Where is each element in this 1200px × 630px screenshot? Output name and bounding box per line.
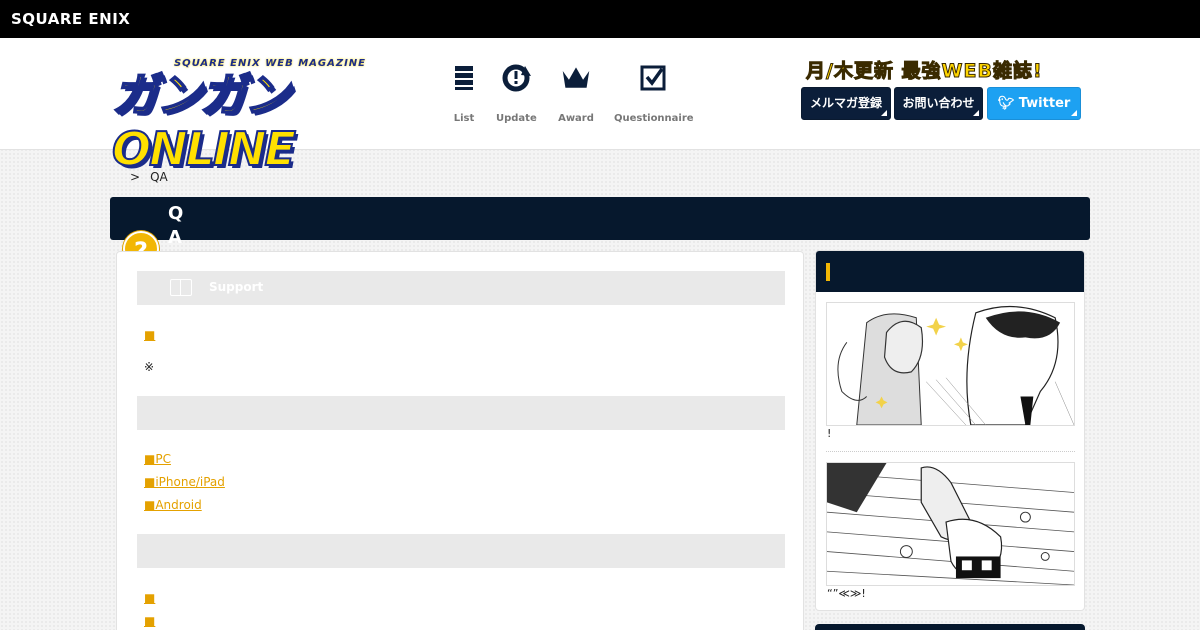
- manga-thumbnail[interactable]: [826, 302, 1075, 426]
- nav-questionnaire-label: Questionnaire: [614, 113, 694, 124]
- page-title-a: A: [168, 227, 182, 248]
- breadcrumb: > QA: [130, 170, 178, 184]
- qa-link-pc[interactable]: ■PC: [144, 452, 171, 466]
- contact-button[interactable]: お問い合わせ: [894, 87, 983, 120]
- nav-update-label: Update: [496, 113, 537, 124]
- sidebar-header-accent: [826, 263, 830, 281]
- sidebar-header: [816, 251, 1084, 292]
- section-header-support: Support: [137, 271, 785, 305]
- section-header-label: Support: [209, 280, 264, 294]
- sidebar-panel-2-header: [815, 624, 1085, 630]
- manga-caption[interactable]: “”≪≫!: [827, 587, 866, 600]
- nav-list-label: List: [453, 113, 475, 124]
- checkbox-icon: [640, 65, 666, 91]
- page-title-q: Q: [168, 203, 184, 224]
- corporate-bar: SQUARE ENIX: [0, 0, 1200, 38]
- crown-icon: [562, 67, 590, 88]
- tagline: 月/木更新 最強WEB雑誌!: [806, 60, 1043, 83]
- manga-thumbnail[interactable]: [826, 462, 1075, 586]
- section-header-other: [137, 534, 785, 568]
- page-title-bar: Q A: [110, 197, 1090, 248]
- nav-questionnaire[interactable]: Questionnaire: [614, 62, 694, 124]
- breadcrumb-current: QA: [150, 170, 168, 184]
- note-text: ※: [144, 360, 155, 374]
- list-icon: [455, 66, 473, 90]
- square-enix-logo[interactable]: SQUARE ENIX: [11, 10, 130, 28]
- qa-link-android[interactable]: ■Android: [144, 498, 202, 512]
- qa-link[interactable]: ■: [144, 591, 155, 605]
- twitter-button[interactable]: 🐦︎ Twitter: [987, 87, 1081, 120]
- section-header-devices: [137, 396, 785, 430]
- book-icon: [170, 279, 192, 296]
- nav-award[interactable]: Award: [556, 62, 596, 124]
- qa-link[interactable]: ■: [144, 328, 155, 342]
- qa-link-iphone-ipad[interactable]: ■iPhone/iPad: [144, 475, 225, 489]
- sidebar-panel: ! “”≪≫!: [815, 250, 1085, 611]
- breadcrumb-separator: >: [130, 170, 141, 184]
- main-content: Support ■ ※ ■PC ■iPhone/iPad ■Android ■ …: [116, 251, 804, 630]
- twitter-button-label: Twitter: [1018, 96, 1071, 111]
- nav-list[interactable]: List: [448, 62, 480, 124]
- site-logo[interactable]: ガンガンONLINE: [111, 67, 424, 177]
- newsletter-button[interactable]: メルマガ登録: [801, 87, 891, 120]
- sidebar-divider: [826, 451, 1075, 452]
- twitter-icon: 🐦︎: [997, 96, 1015, 111]
- update-icon: [502, 64, 531, 92]
- nav-update[interactable]: Update: [496, 62, 537, 124]
- qa-link[interactable]: ■: [144, 614, 155, 628]
- nav-award-label: Award: [558, 113, 594, 124]
- manga-caption[interactable]: !: [827, 427, 831, 440]
